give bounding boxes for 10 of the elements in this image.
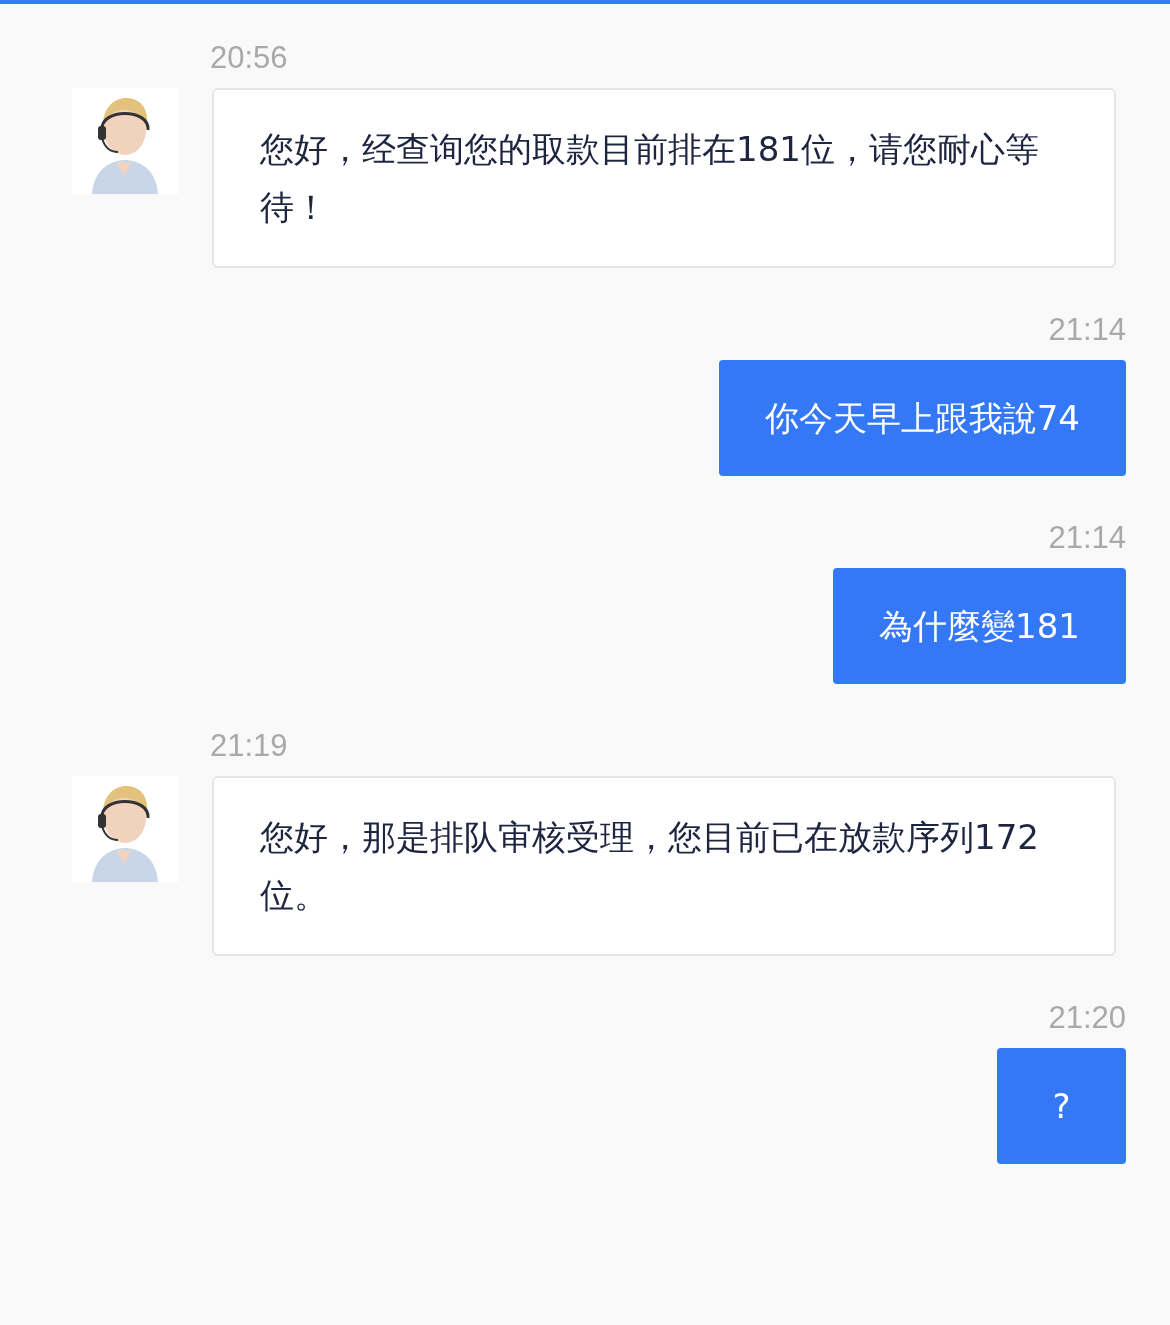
timestamp: 21:20 bbox=[1048, 1000, 1126, 1036]
timestamp: 21:14 bbox=[1048, 312, 1126, 348]
message-bubble: ? bbox=[997, 1048, 1126, 1164]
message-bubble: 你今天早上跟我說74 bbox=[718, 360, 1126, 476]
message-bubble: 您好，经查询您的取款目前排在181位，请您耐心等待！ bbox=[212, 88, 1116, 268]
message-bubble: 您好，那是排队审核受理，您目前已在放款序列172位。 bbox=[212, 776, 1116, 956]
timestamp: 21:14 bbox=[1048, 520, 1126, 556]
timestamp: 20:56 bbox=[210, 40, 288, 76]
message-bubble: 為什麼變181 bbox=[833, 568, 1126, 684]
timestamp: 21:19 bbox=[210, 728, 288, 764]
